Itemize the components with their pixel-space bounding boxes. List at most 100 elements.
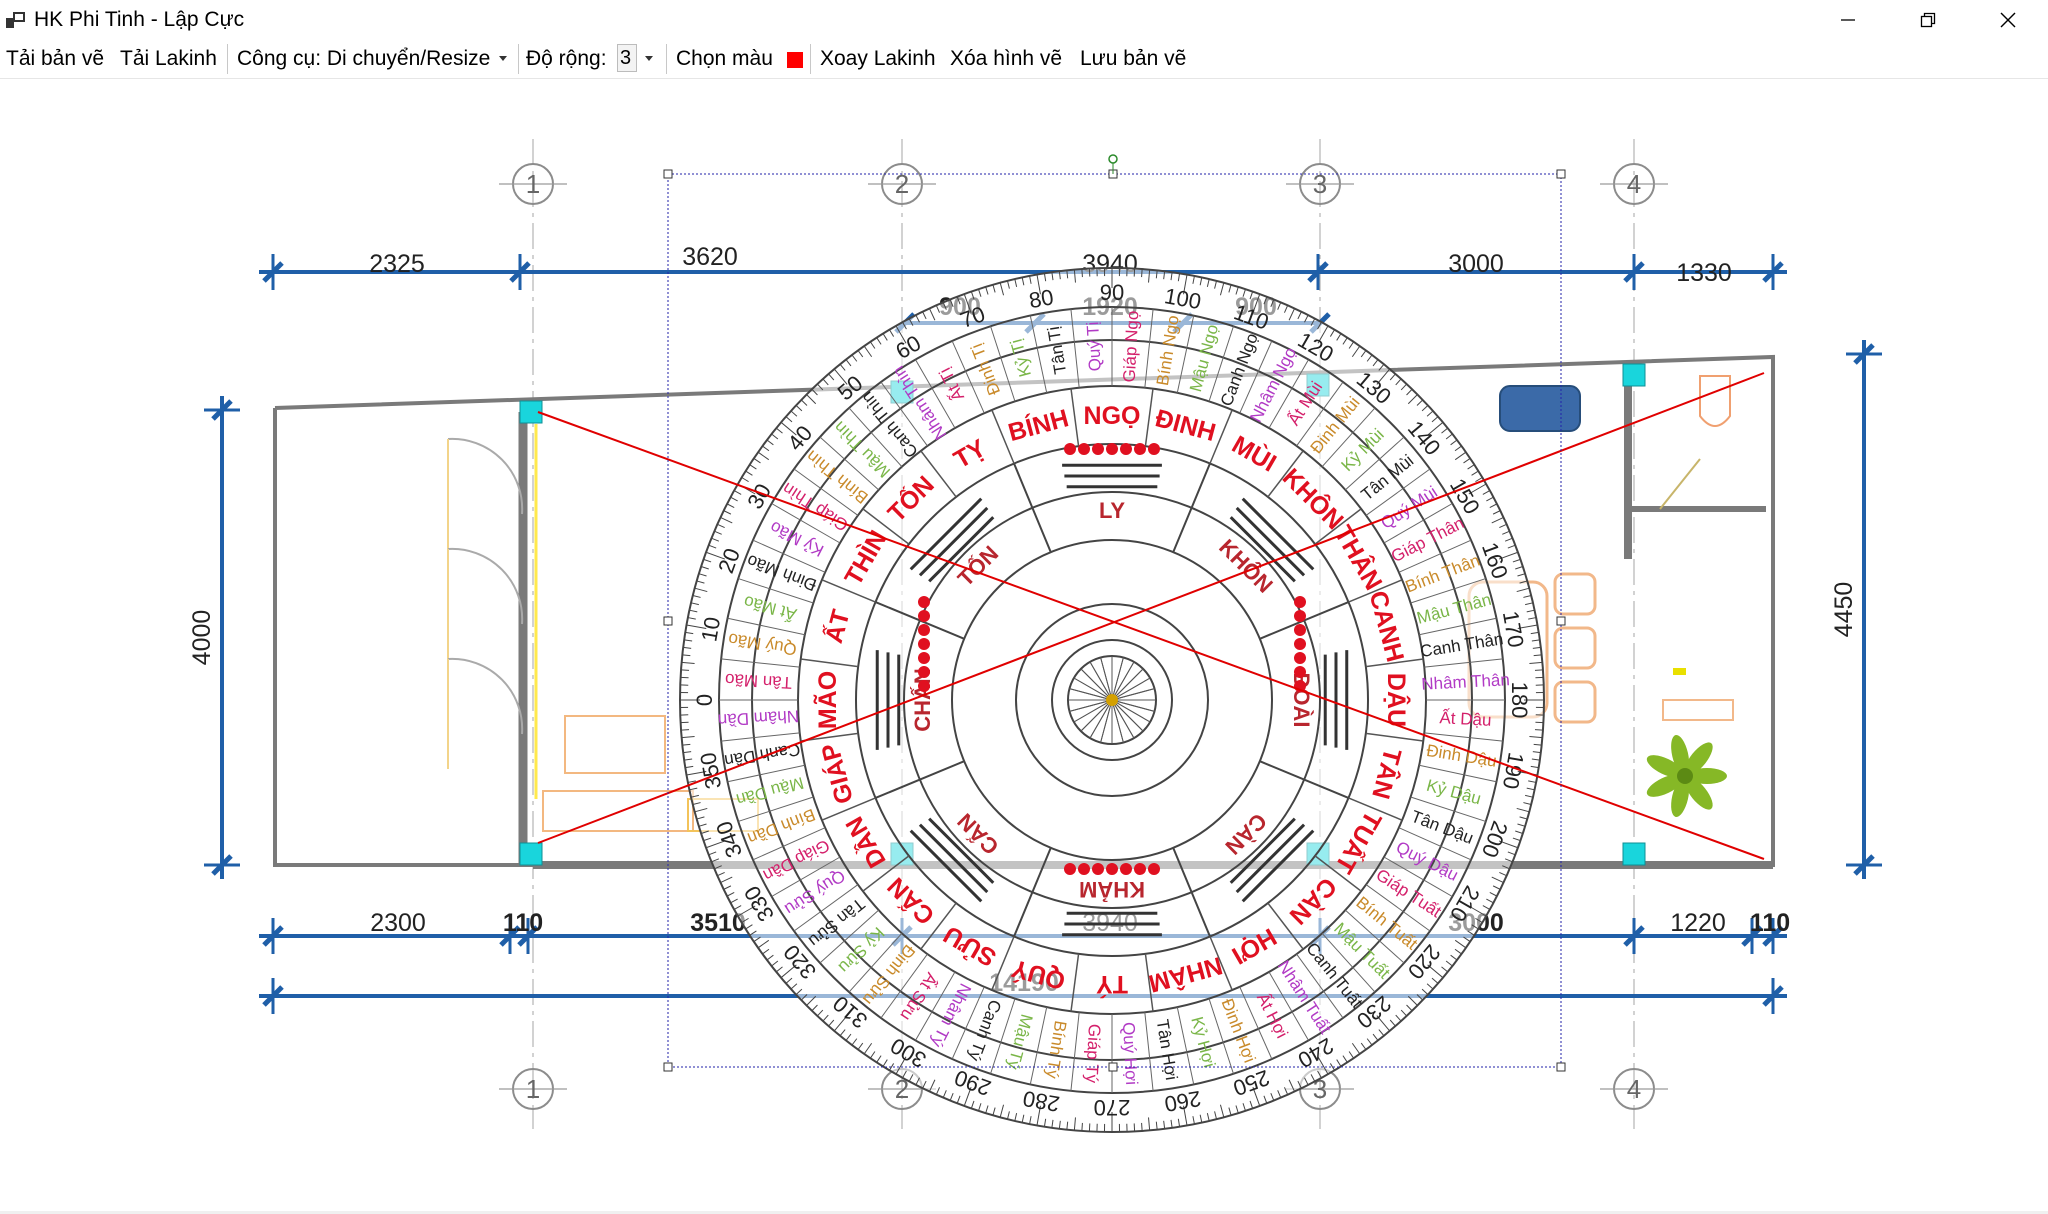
mountain-label: DẬU xyxy=(1382,673,1412,727)
choose-color-button[interactable]: Chọn màu xyxy=(676,46,773,72)
dimension-label: 110 xyxy=(1750,909,1790,937)
grid-axis-label: 1 xyxy=(526,1074,540,1104)
column xyxy=(1622,363,1646,387)
resize-handle[interactable] xyxy=(1556,1062,1566,1072)
he-do-dot xyxy=(1148,443,1160,455)
column xyxy=(1622,842,1646,866)
he-do-dot xyxy=(1106,863,1118,875)
sub-ring-label: Ất Dậu xyxy=(1439,708,1492,730)
resize-handle[interactable] xyxy=(1556,169,1566,179)
he-do-dot xyxy=(1064,863,1076,875)
toolbar-separator xyxy=(666,44,667,74)
sofa xyxy=(542,790,694,832)
he-do-dot xyxy=(1294,596,1306,608)
grid-axis-label: 1 xyxy=(526,169,540,199)
dimension-label: 2300 xyxy=(370,909,426,937)
delete-drawing-button[interactable]: Xóa hình vẽ xyxy=(950,46,1062,72)
width-label: Độ rộng: xyxy=(526,47,607,70)
drawing-canvas[interactable]: 11223344 2325362039403000133090019209002… xyxy=(0,79,2048,1211)
he-do-dot xyxy=(1134,443,1146,455)
dimension-label: 4450 xyxy=(1830,582,1858,638)
width-dropdown-icon[interactable] xyxy=(645,56,653,61)
rotate-handle-icon[interactable] xyxy=(1108,154,1118,164)
dimension-label: 3620 xyxy=(682,243,738,271)
resize-handle[interactable] xyxy=(1108,1062,1118,1072)
load-drawing-button[interactable]: Tải bản vẽ xyxy=(6,46,104,72)
degree-label: 10 xyxy=(696,615,725,643)
toolbar: Tải bản vẽ Tải Lakinh Công cụ: Di chuyển… xyxy=(0,40,2048,79)
he-do-dot xyxy=(918,610,930,622)
he-do-dot xyxy=(1120,443,1132,455)
tool-dropdown[interactable]: Công cụ: Di chuyển/Resize xyxy=(237,46,490,72)
window-title: HK Phi Tinh - Lập Cực xyxy=(34,8,245,31)
rotate-lakinh-button[interactable]: Xoay Lakinh xyxy=(820,46,936,72)
degree-tick xyxy=(1081,1122,1083,1131)
title-bar: HK Phi Tinh - Lập Cực xyxy=(0,0,2048,40)
he-do-dot xyxy=(1294,638,1306,650)
toolbar-separator xyxy=(810,44,811,74)
he-do-dot xyxy=(918,652,930,664)
degree-tick xyxy=(1534,669,1543,671)
minimize-icon xyxy=(1841,19,1855,21)
load-lakinh-button[interactable]: Tải Lakinh xyxy=(120,46,217,72)
trigram-label: KHẢM xyxy=(1079,877,1145,902)
wc-door xyxy=(1659,458,1701,510)
grid-axis-label: 4 xyxy=(1627,1074,1641,1104)
resize-handle[interactable] xyxy=(663,616,673,626)
dimension-label: 3000 xyxy=(1448,250,1504,278)
mountain-label: MÃO xyxy=(812,671,842,729)
dimension-label: 2325 xyxy=(369,250,425,278)
sub-ring-label: Giáp Ngọ xyxy=(1120,310,1143,383)
degree-tick xyxy=(681,669,690,671)
dimension-label: 110 xyxy=(503,909,543,937)
he-do-dot xyxy=(1294,666,1306,678)
door-swing xyxy=(447,547,524,625)
maximize-button[interactable] xyxy=(1888,0,1968,40)
degree-tick xyxy=(1141,269,1143,278)
compass-center-icon xyxy=(1106,694,1118,706)
toilet xyxy=(1699,375,1731,427)
close-button[interactable] xyxy=(1968,0,2048,40)
app-window-icon xyxy=(6,12,25,28)
width-input[interactable]: 3 xyxy=(617,44,637,72)
dimension-label: 4000 xyxy=(188,610,216,666)
he-do-dot xyxy=(1078,443,1090,455)
he-do-dot xyxy=(1078,863,1090,875)
chevron-down-icon xyxy=(499,56,507,61)
resize-handle[interactable] xyxy=(663,169,673,179)
door-swing xyxy=(447,437,524,515)
mountain-label: NGỌ xyxy=(1084,402,1141,430)
trigram-label: LY xyxy=(1099,498,1125,523)
dimension-label: 1330 xyxy=(1676,259,1732,287)
grid-axis-label: 4 xyxy=(1627,169,1641,199)
floor-plan: 11223344 2325362039403000133090019209002… xyxy=(188,139,1882,1133)
he-do-dot xyxy=(1294,610,1306,622)
degree-label: 90 xyxy=(1100,280,1124,305)
he-do-dot xyxy=(1106,443,1118,455)
he-do-dot xyxy=(918,638,930,650)
toolbar-separator xyxy=(227,44,228,74)
minimize-button[interactable] xyxy=(1808,0,1888,40)
he-do-dot xyxy=(1064,443,1076,455)
toolbar-separator xyxy=(518,44,519,74)
save-drawing-button[interactable]: Lưu bản vẽ xyxy=(1080,46,1186,72)
he-do-dot xyxy=(1134,863,1146,875)
sub-ring-label: Quý Hợi xyxy=(1119,1022,1141,1086)
maximize-icon xyxy=(1920,12,1936,28)
resize-handle[interactable] xyxy=(663,1062,673,1072)
sub-ring-label: Tân Mão xyxy=(725,670,793,692)
sub-ring-label: Quý Tị xyxy=(1083,321,1105,372)
column xyxy=(519,842,543,866)
stove xyxy=(1499,385,1581,432)
degree-tick xyxy=(1141,1122,1143,1131)
plant-icon xyxy=(1677,768,1693,784)
color-swatch[interactable] xyxy=(787,52,803,68)
he-do-dot xyxy=(1148,863,1160,875)
he-do-dot xyxy=(1120,863,1132,875)
degree-label: 0 xyxy=(692,694,717,706)
resize-handle[interactable] xyxy=(1556,616,1566,626)
degree-tick xyxy=(1534,729,1543,731)
he-do-dot xyxy=(1294,624,1306,636)
he-do-dot xyxy=(1294,652,1306,664)
level-marker xyxy=(1673,668,1686,675)
